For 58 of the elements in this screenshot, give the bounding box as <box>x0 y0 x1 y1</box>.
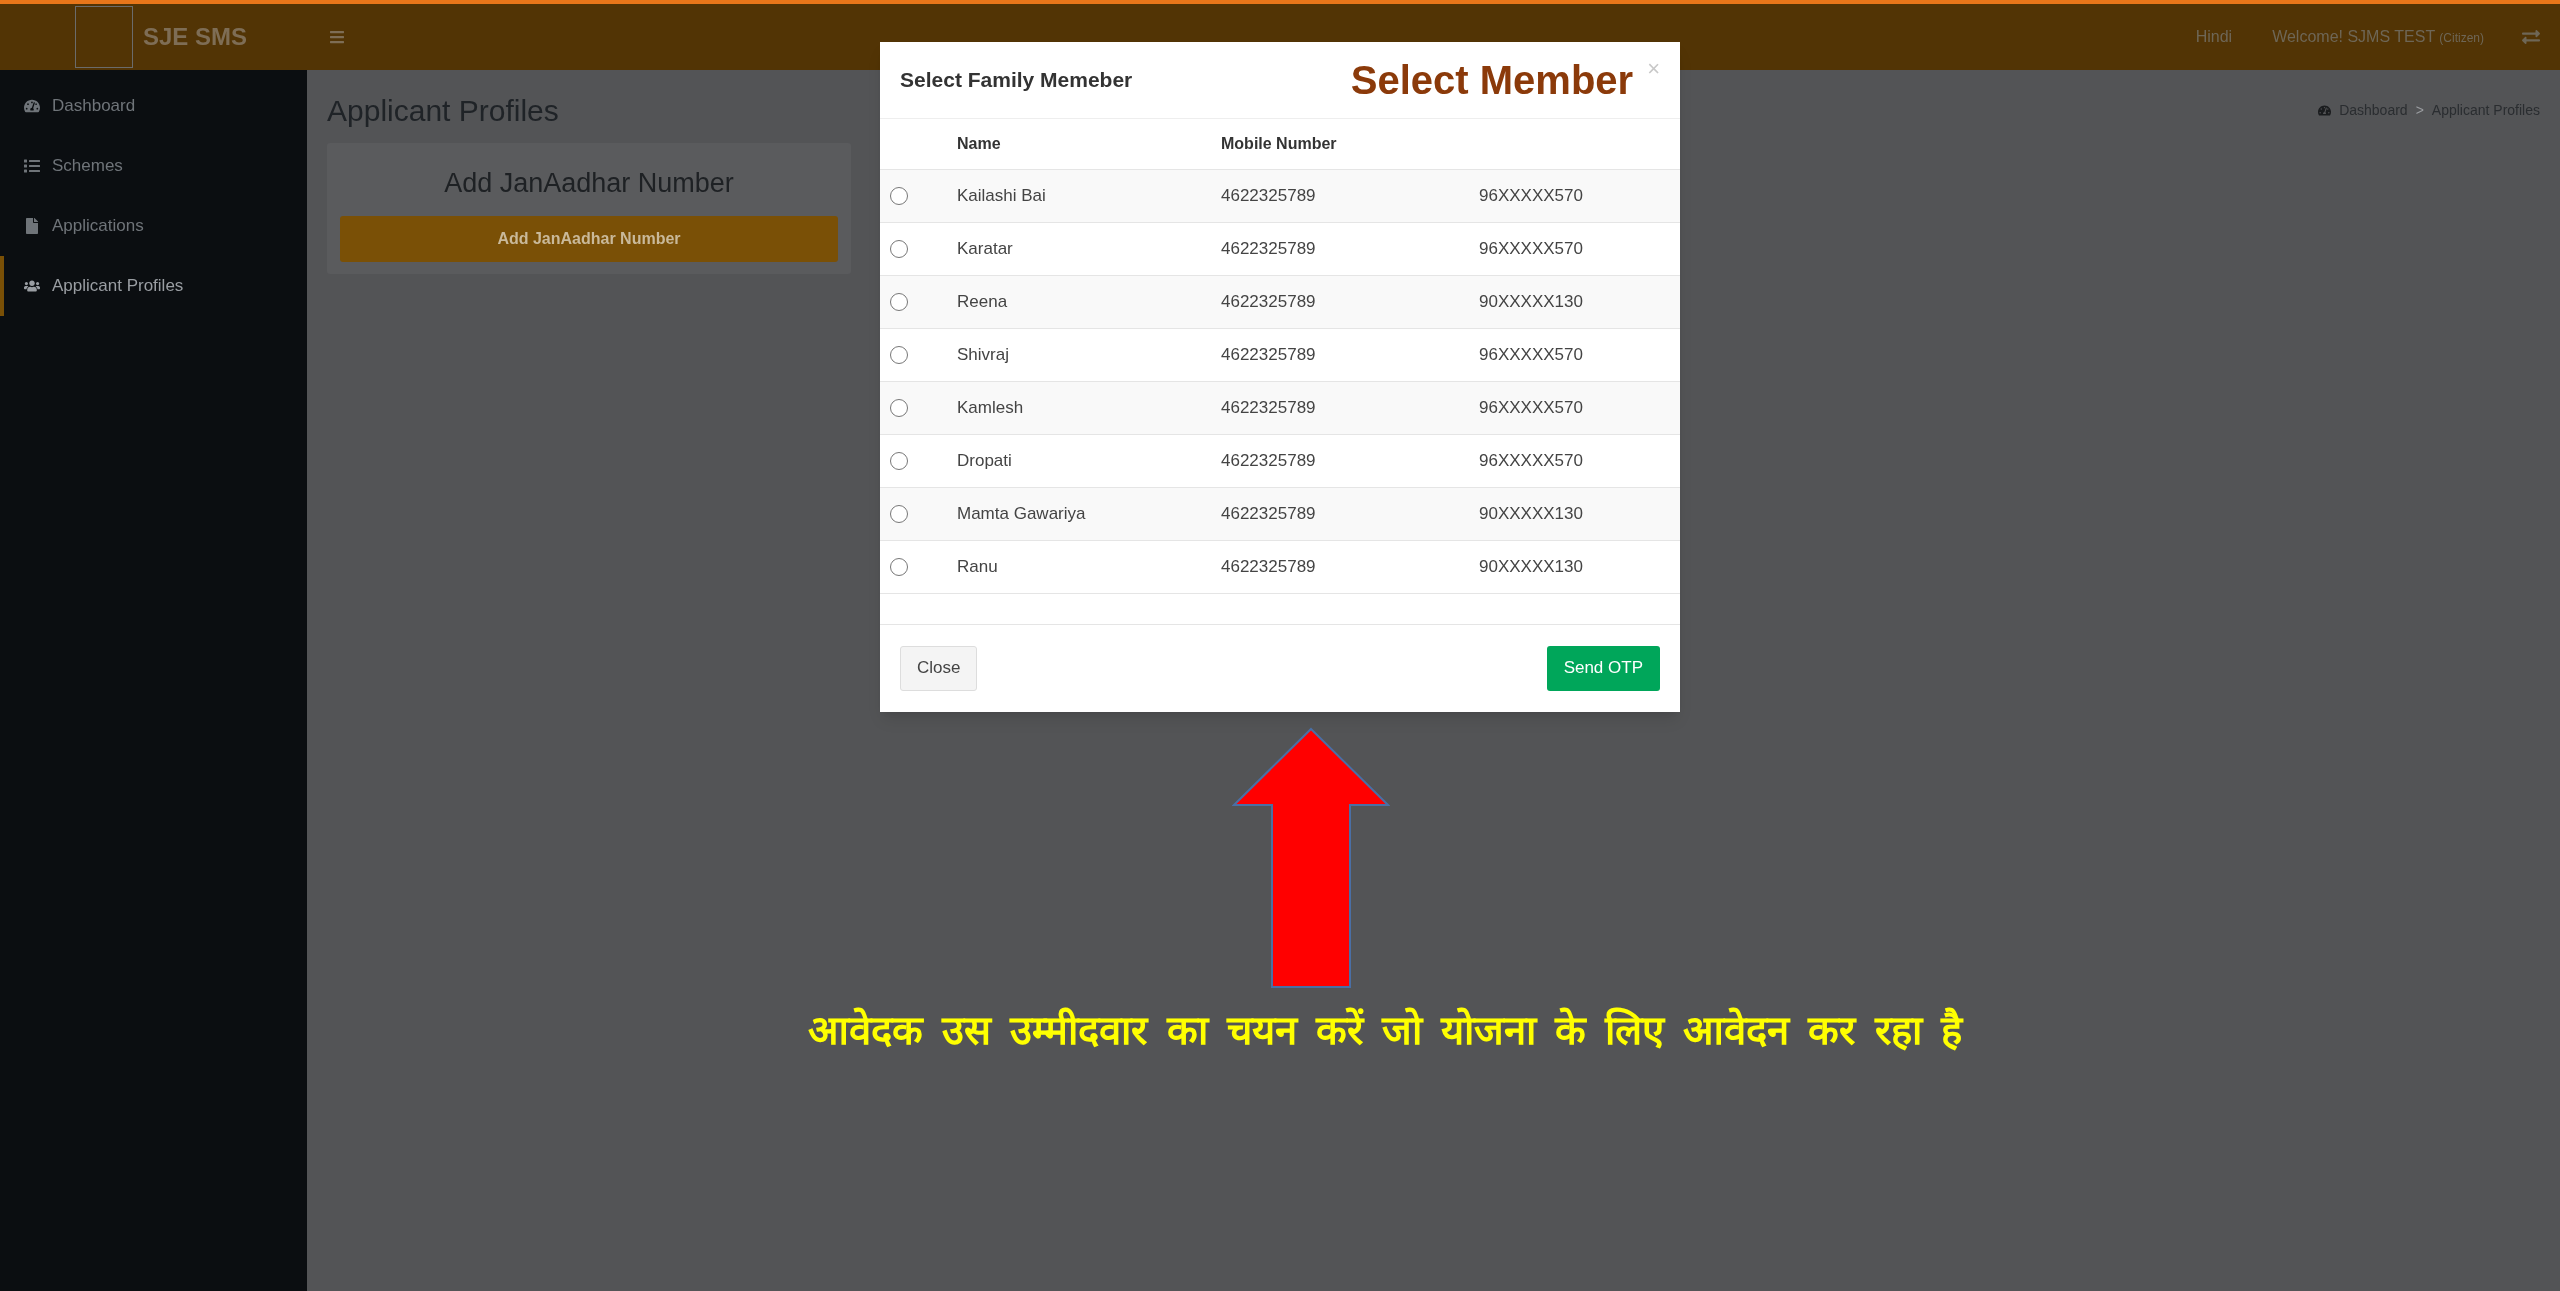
radio-button[interactable] <box>890 398 908 417</box>
language-link[interactable]: Hindi <box>2195 25 2233 49</box>
card-title: Add JanAadhar Number <box>444 167 734 200</box>
send-otp-button[interactable]: Send OTP <box>1546 645 1660 691</box>
table-cell: 4622325789 <box>1221 238 1316 258</box>
table-cell: Dropati <box>957 450 1012 470</box>
table-cell: 90XXXXX130 <box>1479 291 1583 311</box>
table-cell: Ranu <box>957 556 998 576</box>
radio-button[interactable] <box>890 504 908 523</box>
column-header: Name <box>957 135 1001 152</box>
file-icon <box>24 218 40 234</box>
table-cell: 4622325789 <box>1221 185 1316 205</box>
sidebar-item[interactable]: Applicant Profiles <box>0 256 307 316</box>
brand-name[interactable]: SJE SMS <box>143 19 248 55</box>
table-cell: 4622325789 <box>1221 503 1316 523</box>
table-cell: 4622325789 <box>1221 344 1316 364</box>
table-cell: 96XXXXX570 <box>1479 450 1583 470</box>
table-cell: 4622325789 <box>1221 556 1316 576</box>
sidebar-item[interactable]: Applications <box>0 196 307 256</box>
radio-button[interactable] <box>890 292 908 311</box>
column-header: Mobile Number <box>1221 135 1337 152</box>
modal-title: Select Family Memeber <box>900 67 1134 94</box>
table-cell: Kamlesh <box>957 397 1024 417</box>
table-cell: Shivraj <box>957 344 1009 364</box>
menu-icon[interactable] <box>329 29 345 45</box>
users-icon <box>24 278 40 294</box>
arrow-up-icon <box>1232 727 1390 989</box>
switch-icon[interactable] <box>2522 28 2540 46</box>
list-icon <box>24 158 40 174</box>
table-cell: Mamta Gawariya <box>957 503 1086 523</box>
gauge-icon <box>2318 104 2332 117</box>
table-cell: 96XXXXX570 <box>1479 344 1583 364</box>
table-cell: 96XXXXX570 <box>1479 185 1583 205</box>
table-cell: 96XXXXX570 <box>1479 238 1583 258</box>
radio-button[interactable] <box>890 186 908 205</box>
radio-button[interactable] <box>890 557 908 576</box>
radio-button[interactable] <box>890 345 908 364</box>
table-cell: 90XXXXX130 <box>1479 503 1583 523</box>
table-cell: 90XXXXX130 <box>1479 556 1583 576</box>
table-cell: Karatar <box>957 238 1013 258</box>
broken-image-icon <box>75 6 133 68</box>
table-cell: 4622325789 <box>1221 450 1316 470</box>
breadcrumb-separator: > <box>2415 101 2424 120</box>
close-button[interactable]: Close <box>900 645 978 691</box>
sidebar-item[interactable]: Schemes <box>0 136 307 196</box>
gauge-icon <box>24 98 40 114</box>
table-cell: 4622325789 <box>1221 291 1316 311</box>
annotation-title: Select Member <box>1350 57 1634 104</box>
table-cell: 96XXXXX570 <box>1479 397 1583 417</box>
table-cell: 4622325789 <box>1221 397 1316 417</box>
table-cell: Reena <box>957 291 1008 311</box>
radio-button[interactable] <box>890 239 908 258</box>
sidebar-item[interactable]: Dashboard <box>0 76 307 136</box>
radio-button[interactable] <box>890 451 908 470</box>
annotation-text: आवेदक उस उम्मीदवार का चयन करें जो योजना के लिए आवेदन कर रहा है <box>807 1006 1965 1054</box>
welcome-text[interactable]: Welcome! SJMS TEST (Citizen) <box>2272 25 2484 49</box>
add-janaadhar-button[interactable]: Add JanAadhar Number <box>340 215 838 262</box>
table-cell: Kailashi Bai <box>957 185 1046 205</box>
